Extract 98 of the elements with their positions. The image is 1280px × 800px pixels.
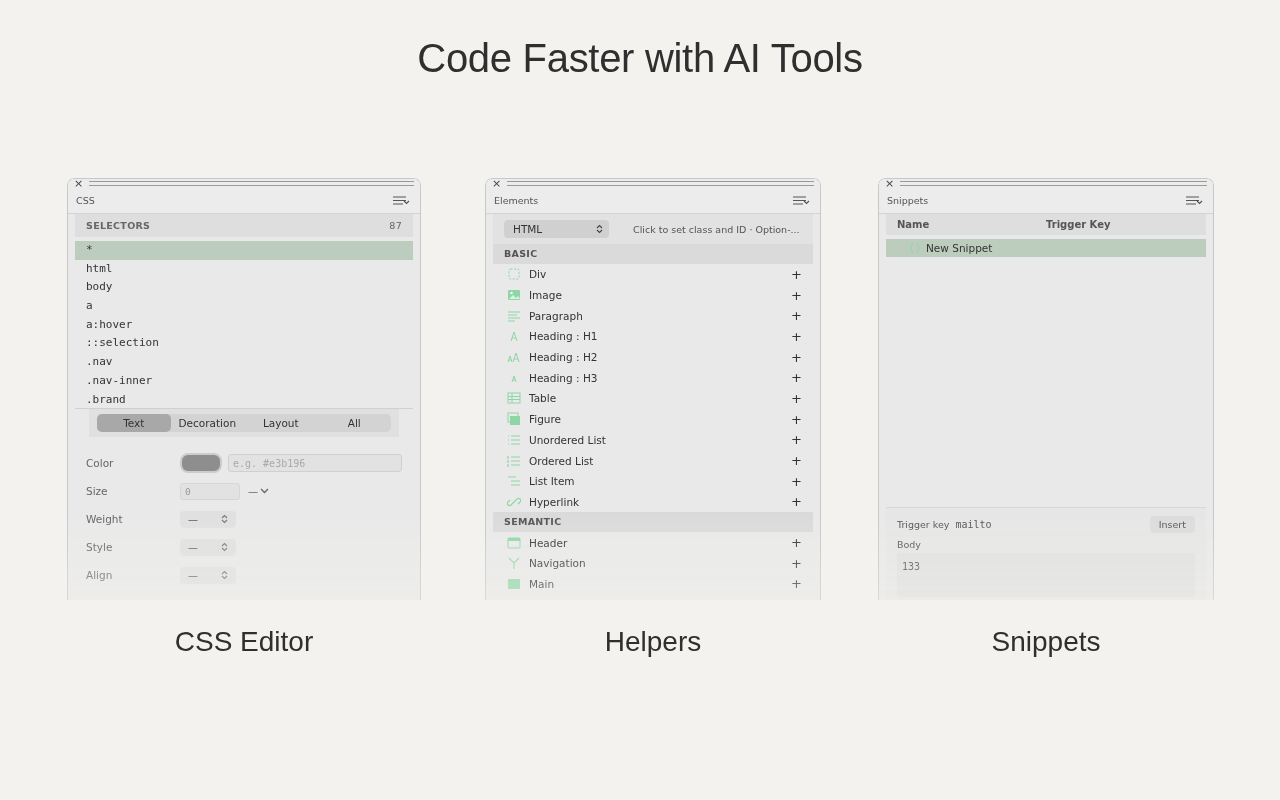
snippet-name: New Snippet bbox=[926, 242, 993, 254]
panel-title: Snippets bbox=[887, 195, 929, 206]
property-label: Color bbox=[86, 457, 115, 469]
menu-icon[interactable] bbox=[792, 195, 810, 206]
add-button[interactable]: + bbox=[791, 495, 802, 509]
close-button[interactable]: × bbox=[885, 179, 895, 188]
tab[interactable]: Text bbox=[97, 414, 171, 432]
element-item[interactable]: Heading : H2 bbox=[529, 351, 598, 364]
selector-item[interactable]: a:hover bbox=[75, 315, 413, 335]
color-field[interactable]: e.g. #e3b196 bbox=[228, 454, 402, 472]
element-item[interactable]: Hyperlink bbox=[529, 495, 580, 508]
snippet-row[interactable]: New Snippet bbox=[886, 239, 1206, 257]
panel-caption: Snippets bbox=[991, 626, 1101, 658]
tab[interactable]: All bbox=[317, 414, 391, 432]
element-item[interactable]: Main bbox=[529, 577, 555, 590]
add-button[interactable]: + bbox=[791, 371, 802, 385]
element-item[interactable]: Unordered List bbox=[529, 433, 606, 446]
letters-icon bbox=[507, 350, 521, 365]
table-icon bbox=[507, 391, 521, 406]
add-button[interactable]: + bbox=[791, 433, 802, 447]
add-button[interactable]: + bbox=[791, 288, 802, 302]
column-header: Trigger Key bbox=[1046, 219, 1112, 230]
element-item[interactable]: Figure bbox=[529, 413, 562, 426]
paragraph-icon bbox=[507, 308, 521, 323]
color-swatch[interactable] bbox=[180, 453, 222, 473]
field-label: Body bbox=[897, 539, 922, 550]
selector-item[interactable]: .nav bbox=[75, 353, 413, 372]
add-button[interactable]: + bbox=[791, 474, 802, 488]
add-button[interactable]: + bbox=[791, 267, 802, 281]
element-item[interactable]: Heading : H3 bbox=[529, 371, 598, 384]
hint-text: Click to set class and ID · Option-... bbox=[633, 223, 800, 235]
element-item[interactable]: Header bbox=[529, 536, 568, 549]
add-button[interactable]: + bbox=[791, 412, 802, 426]
element-item[interactable]: Navigation bbox=[529, 557, 586, 570]
list-icon bbox=[507, 474, 521, 489]
list-icon bbox=[507, 432, 521, 447]
add-button[interactable]: + bbox=[791, 329, 802, 343]
menu-icon[interactable] bbox=[1185, 195, 1203, 206]
field-label: Trigger key bbox=[897, 519, 950, 530]
add-button[interactable]: + bbox=[791, 391, 802, 405]
fork-icon bbox=[507, 556, 521, 571]
selector-item[interactable]: a bbox=[75, 297, 413, 316]
trigger-key-value: mailto bbox=[955, 519, 992, 530]
insert-button[interactable]: Insert bbox=[1149, 516, 1195, 533]
property-label: Size bbox=[86, 485, 109, 497]
property-select[interactable]: — bbox=[180, 510, 236, 528]
stepper-icon bbox=[221, 542, 228, 552]
type-dropdown[interactable]: HTML bbox=[504, 220, 609, 238]
close-button[interactable]: × bbox=[492, 179, 502, 188]
element-item[interactable]: Table bbox=[529, 392, 557, 405]
add-button[interactable]: + bbox=[791, 556, 802, 570]
selector-item[interactable]: * bbox=[75, 241, 413, 260]
selector-item[interactable]: ::selection bbox=[75, 334, 413, 354]
selector-item[interactable]: .brand bbox=[75, 390, 413, 408]
element-item[interactable]: Image bbox=[529, 289, 562, 302]
selector-item[interactable]: html bbox=[75, 259, 413, 279]
letter-icon bbox=[507, 329, 521, 344]
panel-title: Elements bbox=[494, 195, 539, 206]
selector-item[interactable]: .nav-inner bbox=[75, 371, 413, 391]
element-item[interactable]: Div bbox=[529, 268, 547, 281]
selector-item[interactable]: body bbox=[75, 278, 413, 298]
panel-title: CSS bbox=[76, 195, 95, 206]
list-icon bbox=[507, 453, 521, 468]
frame-icon bbox=[507, 267, 521, 282]
selector-count: 87 bbox=[389, 220, 402, 231]
property-label: Align bbox=[86, 569, 114, 581]
add-button[interactable]: + bbox=[791, 309, 802, 323]
add-button[interactable]: + bbox=[791, 577, 802, 591]
body-text: 133 bbox=[902, 561, 921, 572]
add-button[interactable]: + bbox=[791, 350, 802, 364]
chevron-icon bbox=[260, 488, 269, 494]
stepper-icon bbox=[596, 224, 603, 234]
section-header: SEMANTIC bbox=[493, 512, 813, 533]
close-button[interactable]: × bbox=[74, 179, 84, 188]
block-icon bbox=[507, 576, 521, 591]
property-label: Style bbox=[86, 541, 114, 553]
section-header: BASIC bbox=[493, 244, 813, 264]
header-label: SELECTORS bbox=[86, 220, 151, 231]
layout-icon bbox=[507, 535, 521, 550]
element-item[interactable]: Heading : H1 bbox=[529, 330, 598, 343]
tab[interactable]: Decoration bbox=[170, 414, 244, 432]
menu-icon[interactable] bbox=[392, 195, 410, 206]
stepper-icon bbox=[221, 514, 228, 524]
panel-caption: CSS Editor bbox=[174, 626, 314, 658]
add-button[interactable]: + bbox=[791, 454, 802, 468]
add-button[interactable]: + bbox=[791, 536, 802, 550]
braces-icon bbox=[910, 242, 920, 254]
unit-dropdown[interactable]: — bbox=[246, 485, 271, 497]
column-header: Name bbox=[897, 219, 931, 230]
element-item[interactable]: List Item bbox=[529, 475, 575, 488]
tab[interactable]: Layout bbox=[244, 414, 318, 432]
element-item[interactable]: Paragraph bbox=[529, 309, 583, 322]
page-heading: Code Faster with AI Tools bbox=[416, 35, 864, 82]
stepper-icon bbox=[221, 570, 228, 580]
panel-caption: Helpers bbox=[604, 626, 702, 658]
property-select[interactable]: — bbox=[180, 538, 236, 556]
element-item[interactable]: Ordered List bbox=[529, 454, 594, 467]
property-label: Weight bbox=[86, 513, 124, 525]
